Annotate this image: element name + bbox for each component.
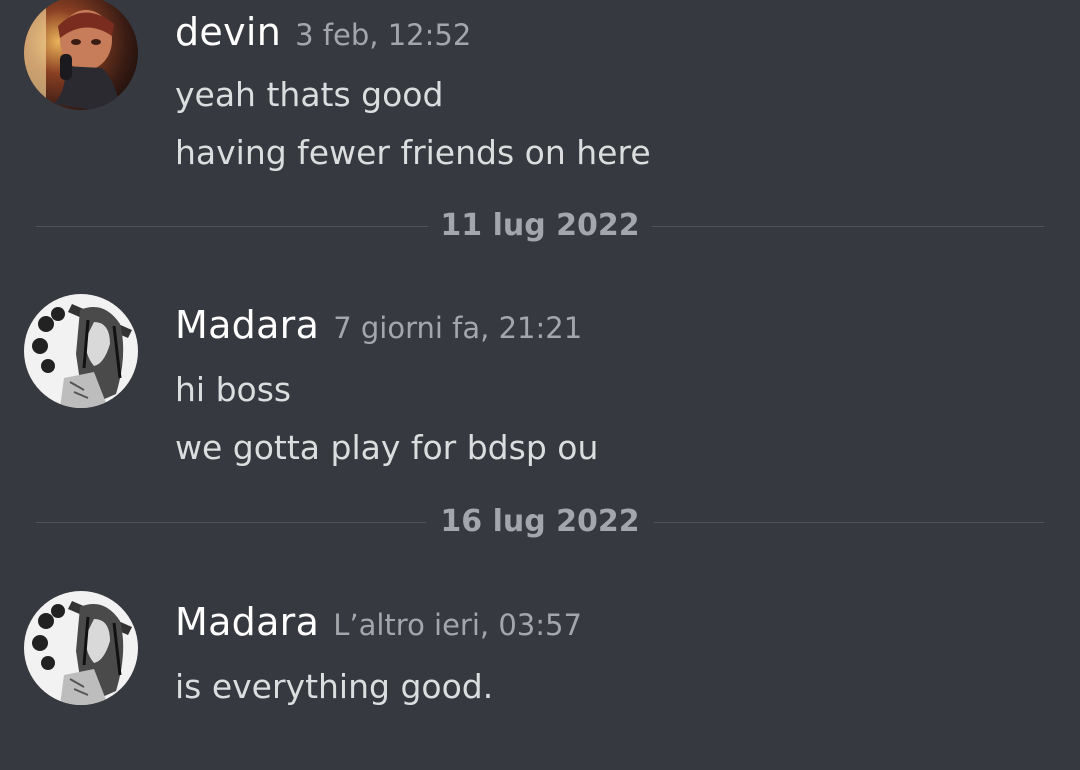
chat-message-list[interactable]: devin 3 feb, 12:52 yeah thats good having… — [0, 0, 1080, 770]
username[interactable]: devin — [175, 10, 281, 54]
message-text: hi boss — [175, 370, 292, 409]
message-header: Madara L’altro ieri, 03:57 — [175, 600, 582, 644]
message-text: yeah thats good — [175, 75, 444, 114]
user-avatar-photo — [24, 0, 138, 110]
date-divider: 16 lug 2022 — [36, 502, 1044, 542]
username[interactable]: Madara — [175, 600, 319, 644]
message-text: having fewer friends on here — [175, 133, 651, 172]
avatar-madara[interactable] — [24, 591, 138, 705]
message-header: devin 3 feb, 12:52 — [175, 10, 471, 54]
avatar-devin[interactable] — [24, 0, 138, 110]
date-divider: 11 lug 2022 — [36, 206, 1044, 246]
timestamp: L’altro ieri, 03:57 — [333, 608, 582, 642]
user-avatar-drawing — [24, 294, 138, 408]
username[interactable]: Madara — [175, 303, 319, 347]
timestamp: 3 feb, 12:52 — [295, 18, 472, 52]
date-divider-label: 11 lug 2022 — [440, 208, 640, 243]
user-avatar-drawing — [24, 591, 138, 705]
message-text: we gotta play for bdsp ou — [175, 428, 599, 467]
message-header: Madara 7 giorni fa, 21:21 — [175, 303, 582, 347]
message-text: is everything good. — [175, 667, 494, 706]
avatar-madara[interactable] — [24, 294, 138, 408]
timestamp: 7 giorni fa, 21:21 — [333, 311, 583, 345]
date-divider-label: 16 lug 2022 — [440, 504, 640, 539]
